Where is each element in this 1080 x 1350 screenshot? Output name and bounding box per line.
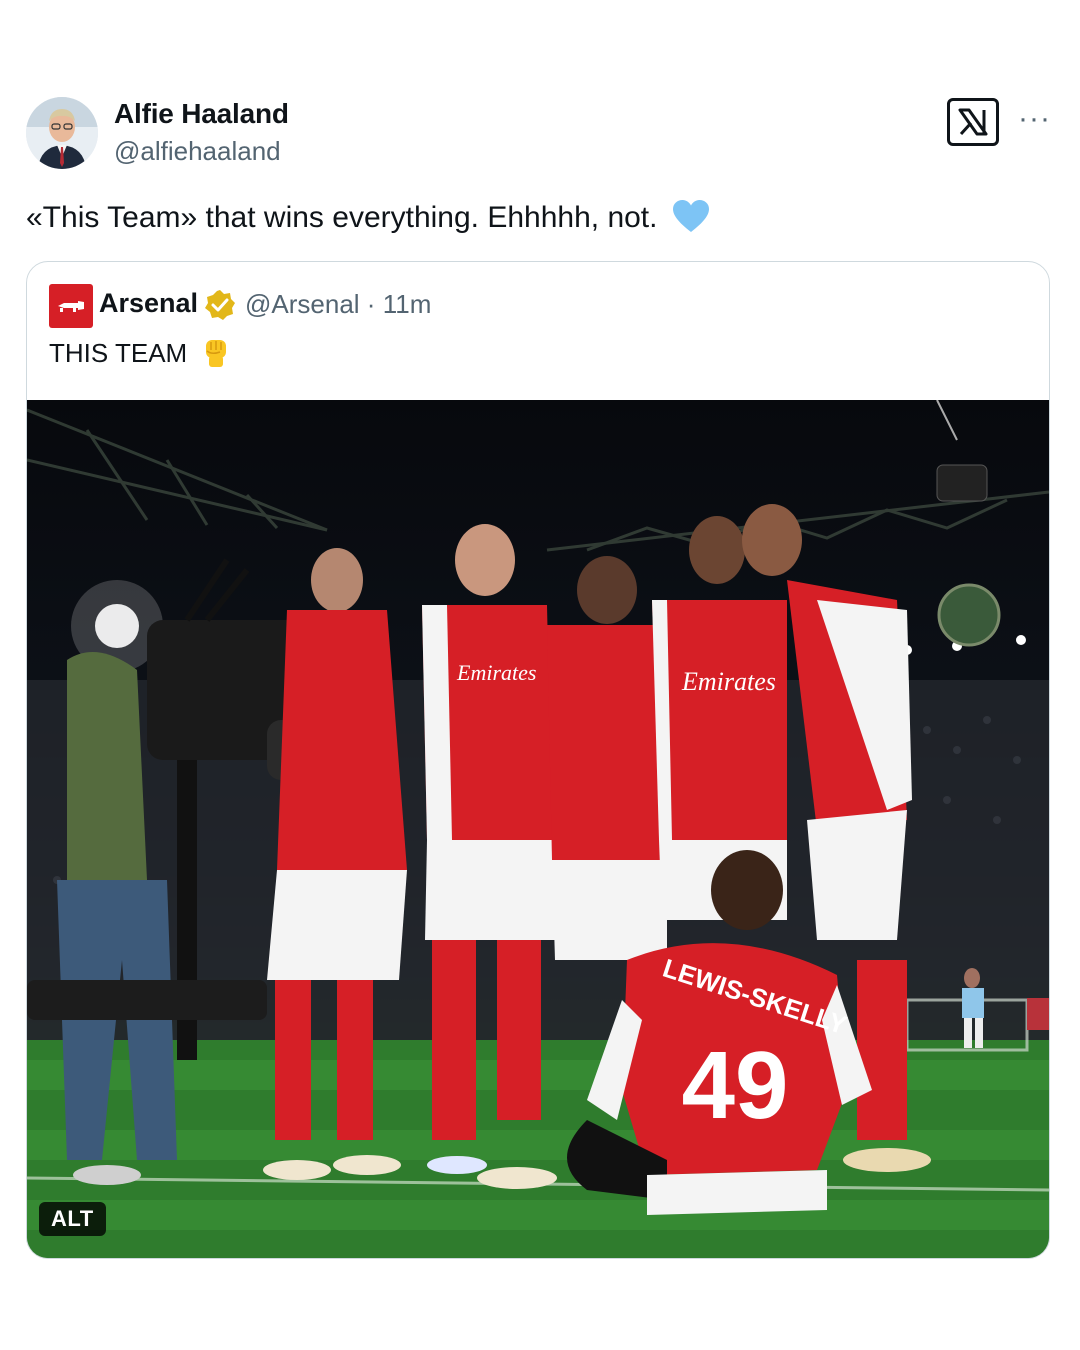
quoted-timestamp[interactable]: 11m (383, 289, 432, 319)
meta-separator: · (366, 289, 376, 319)
author-avatar[interactable] (26, 97, 98, 169)
raised-fist-icon (200, 336, 232, 376)
alt-badge[interactable]: ALT (39, 1202, 106, 1236)
team-celebration-photo: Emirates Emirates LEWIS-SKELLY 49 (27, 400, 1049, 1258)
quoted-author-name[interactable]: Arsenal (99, 288, 198, 319)
arsenal-logo-icon (49, 284, 93, 328)
quoted-text-content: THIS TEAM (49, 338, 188, 368)
sponsor-text-2: Emirates (681, 667, 776, 696)
tweet-text: «This Team» that wins everything. Ehhhhh… (26, 198, 710, 244)
author-name[interactable]: Alfie Haaland (114, 98, 289, 130)
quoted-tweet-text: THIS TEAM (49, 336, 232, 376)
sponsor-text: Emirates (456, 660, 536, 685)
quoted-tweet-photo[interactable]: Emirates Emirates LEWIS-SKELLY 49 ALT (27, 400, 1049, 1258)
jersey-number: 49 (682, 1032, 789, 1139)
blue-heart-icon (672, 199, 710, 244)
x-logo-icon[interactable] (947, 98, 999, 146)
more-options-icon[interactable]: ··· (1018, 104, 1051, 134)
quoted-meta: @Arsenal · 11m (245, 289, 431, 320)
tweet-text-content: «This Team» that wins everything. Ehhhhh… (26, 201, 658, 234)
quoted-author-handle[interactable]: @Arsenal (245, 289, 360, 319)
quoted-tweet-card[interactable]: Arsenal @Arsenal · 11m THIS TEAM Emirate… (26, 261, 1050, 1259)
avatar-image (26, 97, 98, 169)
verified-badge-icon (204, 289, 236, 326)
author-handle[interactable]: @alfiehaaland (114, 136, 281, 167)
